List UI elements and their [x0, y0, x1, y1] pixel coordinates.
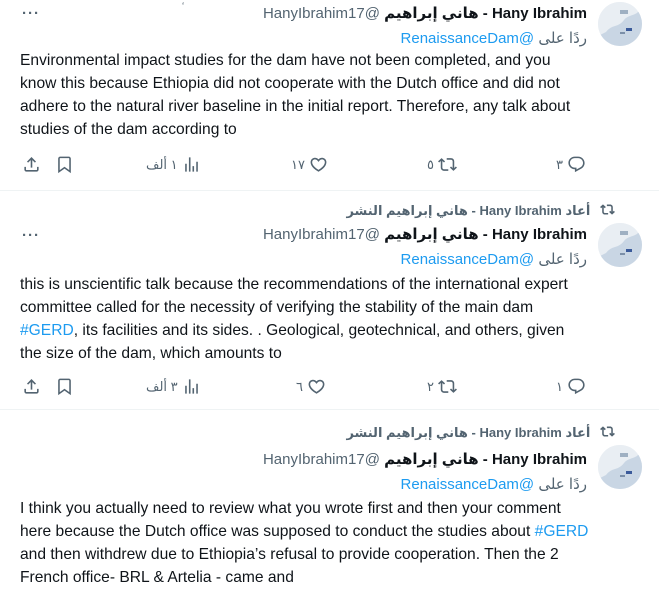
share-icon [24, 379, 39, 394]
heart-icon [310, 157, 327, 172]
like-button[interactable]: ١٧ [291, 155, 328, 174]
tweet[interactable]: أعاد Hany Ibrahim - هاني إبراهيم النشر ·… [0, 191, 659, 410]
retweet-count: ٥ [427, 156, 434, 172]
retweeted-by-label: أعاد Hany Ibrahim - هاني إبراهيم النشر [346, 202, 615, 219]
views-count: ١ ألف [146, 156, 178, 172]
bookmark-icon [58, 378, 71, 396]
share-button[interactable] [22, 155, 41, 174]
replying-to: ردًا على @RenaissanceDam [400, 476, 587, 493]
reply-icon [568, 156, 585, 173]
reply-icon [568, 378, 585, 395]
mention-link[interactable]: @RenaissanceDam [401, 251, 535, 268]
hashtag-link[interactable]: #GERD [20, 322, 74, 339]
bookmark-button[interactable] [55, 377, 74, 396]
reply-count: ١ [556, 378, 563, 394]
like-count: ٦ [296, 378, 303, 394]
tweet[interactable]: أعاد Hany Ibrahim - هاني إبراهيم النشر H… [0, 410, 659, 601]
bookmark-icon [58, 156, 71, 174]
display-name[interactable]: Hany Ibrahim - هاني إبراهيم [384, 5, 587, 22]
tweet-actions: ٣ ألف ٦ ٢ ١ [0, 377, 659, 401]
views-button[interactable]: ٣ ألف [146, 377, 201, 396]
avatar[interactable] [598, 223, 642, 267]
share-icon [24, 157, 39, 172]
display-name[interactable]: Hany Ibrahim - هاني إبراهيم [384, 451, 587, 468]
bookmark-button[interactable] [55, 155, 74, 174]
retweet-icon [438, 158, 457, 171]
avatar-map-image [598, 223, 642, 267]
retweet-button[interactable]: ٢ [427, 377, 457, 396]
tweet-header: Hany Ibrahim - هاني إبراهيم @HanyIbrahim… [263, 4, 587, 24]
avatar-map-image [598, 445, 642, 489]
mention-link[interactable]: @RenaissanceDam [401, 30, 535, 47]
like-button[interactable]: ٦ [296, 377, 326, 396]
more-options-button[interactable]: ··· [22, 6, 40, 21]
user-handle[interactable]: @HanyIbrahim17 [263, 451, 380, 468]
retweet-button[interactable]: ٥ [427, 155, 457, 174]
avatar[interactable] [598, 2, 642, 46]
retweeted-by-label: أعاد Hany Ibrahim - هاني إبراهيم النشر [346, 424, 615, 441]
tweet-text: Environmental impact studies for the dam… [20, 52, 571, 138]
tweet-header: Hany Ibrahim - هاني إبراهيم @HanyIbrahim… [263, 225, 587, 245]
tweet-header: Hany Ibrahim - هاني إبراهيم @HanyIbrahim… [263, 450, 587, 470]
tweet[interactable]: ··· ٔ Hany Ibrahim - هاني إبراهيم @HanyI… [0, 0, 659, 191]
hashtag-link[interactable]: #GERD [535, 523, 589, 540]
user-handle[interactable]: @HanyIbrahim17 [263, 226, 380, 243]
retweet-icon [438, 380, 457, 393]
avatar[interactable] [598, 445, 642, 489]
reply-count: ٣ [556, 156, 563, 172]
like-count: ١٧ [291, 156, 305, 172]
user-handle[interactable]: @HanyIbrahim17 [263, 5, 380, 22]
analytics-icon [184, 379, 198, 394]
more-options-button[interactable]: ··· [22, 228, 40, 243]
views-button[interactable]: ١ ألف [146, 155, 201, 174]
retweet-count: ٢ [427, 378, 434, 394]
retweet-icon [600, 204, 615, 215]
reply-button[interactable]: ١ [556, 377, 586, 396]
analytics-icon [184, 157, 198, 172]
mention-link[interactable]: @RenaissanceDam [401, 476, 535, 493]
reply-button[interactable]: ٣ [556, 155, 586, 174]
replying-to: ردًا على @RenaissanceDam [400, 30, 587, 47]
tweet-text: this is unscientific talk because the re… [20, 276, 568, 362]
heart-icon [308, 379, 325, 394]
display-name[interactable]: Hany Ibrahim - هاني إبراهيم [384, 226, 587, 243]
tweet-text: I think you actually need to review what… [20, 500, 589, 586]
views-count: ٣ ألف [146, 378, 178, 394]
replying-to: ردًا على @RenaissanceDam [400, 251, 587, 268]
avatar-map-image [598, 2, 642, 46]
share-button[interactable] [22, 377, 41, 396]
retweet-icon [600, 426, 615, 437]
timeline-feed: ··· ٔ Hany Ibrahim - هاني إبراهيم @HanyI… [0, 0, 659, 601]
tweet-actions: ١ ألف ١٧ ٥ ٣ [0, 155, 659, 179]
